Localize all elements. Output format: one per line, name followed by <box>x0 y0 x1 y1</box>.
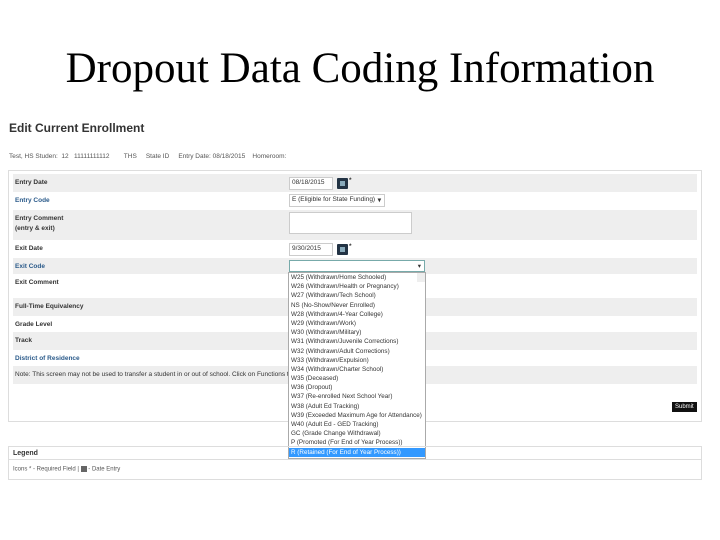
exit-code-dropdown-list[interactable]: W25 (Withdrawn/Home Schooled) W26 (Withdr… <box>288 272 426 459</box>
page-title: Edit Current Enrollment <box>9 121 145 135</box>
dropdown-option[interactable]: W39 (Exceeded Maximum Age for Attendance… <box>289 411 425 420</box>
entry-comment-label: Entry Comment <box>15 215 64 222</box>
dropdown-option[interactable]: W33 (Withdrawn/Expulsion) <box>289 356 425 365</box>
exit-date-label: Exit Date <box>15 245 43 252</box>
row-entry-date: Entry Date 08/18/2015 * <box>13 174 697 192</box>
exit-comment-label: Exit Comment <box>15 279 59 286</box>
dropdown-option[interactable]: W32 (Withdrawn/Adult Corrections) <box>289 347 425 356</box>
scrollbar[interactable] <box>417 273 425 283</box>
dropdown-option[interactable]: W34 (Withdrawn/Charter School) <box>289 365 425 374</box>
dropdown-option[interactable]: W25 (Withdrawn/Home Schooled) <box>289 273 425 282</box>
entry-comment-textarea[interactable] <box>289 212 412 234</box>
entry-code-label: Entry Code <box>15 197 50 204</box>
legend-separator: | <box>77 466 79 473</box>
legend-date-entry: - Date Entry <box>88 466 121 473</box>
calendar-icon <box>80 466 87 472</box>
dropdown-option[interactable]: W29 (Withdrawn/Work) <box>289 319 425 328</box>
entry-comment-sublabel: (entry & exit) <box>15 225 55 232</box>
entry-date-label: Entry Date <box>15 179 48 186</box>
dropdown-option[interactable]: W38 (Adult Ed Tracking) <box>289 402 425 411</box>
dropdown-option[interactable]: W36 (Dropout) <box>289 383 425 392</box>
grade-level-label: Grade Level <box>15 321 53 328</box>
calendar-icon[interactable] <box>337 178 348 189</box>
dropdown-option[interactable]: NS (No-Show/Never Enrolled) <box>289 301 425 310</box>
legend-items: Icons * - Required Field | - Date Entry <box>13 466 120 473</box>
legend-icons-label: Icons <box>13 466 28 473</box>
row-entry-comment: Entry Comment (entry & exit) <box>13 210 697 240</box>
exit-date-input[interactable]: 9/30/2015 <box>289 243 333 256</box>
dropdown-option[interactable]: W37 (Re-enrolled Next School Year) <box>289 392 425 401</box>
entry-date-input[interactable]: 08/18/2015 <box>289 177 333 190</box>
exit-code-label: Exit Code <box>15 263 45 270</box>
entry-code-select[interactable]: E (Eligible for State Funding) ▾ <box>289 194 385 207</box>
calendar-icon[interactable] <box>337 244 348 255</box>
required-mark: * <box>349 177 352 184</box>
chevron-down-icon: ▾ <box>377 197 381 204</box>
dropdown-option[interactable]: W26 (Withdrawn/Health or Pregnancy) <box>289 282 425 291</box>
submit-button[interactable]: Submit <box>672 402 697 412</box>
legend-panel: Legend Icons * - Required Field | - Date… <box>8 446 702 480</box>
dropdown-option[interactable]: W40 (Adult Ed - GED Tracking) <box>289 420 425 429</box>
dropdown-option[interactable]: W27 (Withdrawn/Tech School) <box>289 291 425 300</box>
dropdown-option[interactable]: W28 (Withdrawn/4-Year College) <box>289 310 425 319</box>
exit-code-select[interactable]: ▾ <box>289 260 425 272</box>
row-exit-date: Exit Date 9/30/2015 * <box>13 240 697 258</box>
dropdown-option[interactable]: W35 (Deceased) <box>289 374 425 383</box>
fte-label: Full-Time Equivalency <box>15 303 84 310</box>
dropdown-option[interactable]: W30 (Withdrawn/Military) <box>289 328 425 337</box>
dropdown-option[interactable]: GC (Grade Change Withdrawal) <box>289 429 425 438</box>
note-text: Note: This screen may not be used to tra… <box>15 371 317 378</box>
slide-title: Dropout Data Coding Information <box>65 45 655 92</box>
district-label: District of Residence <box>15 355 80 362</box>
student-info: Test, HS Studen: 12 11111111112 THS Stat… <box>9 153 287 160</box>
track-label: Track <box>15 337 32 344</box>
legend-required: * - Required Field <box>29 466 76 473</box>
required-mark: * <box>349 243 352 250</box>
legend-title: Legend <box>13 450 38 457</box>
entry-code-value: E (Eligible for State Funding) <box>292 196 376 203</box>
chevron-down-icon: ▾ <box>417 263 421 270</box>
row-entry-code: Entry Code E (Eligible for State Funding… <box>13 192 697 210</box>
dropdown-option[interactable]: W31 (Withdrawn/Juvenile Corrections) <box>289 337 425 346</box>
